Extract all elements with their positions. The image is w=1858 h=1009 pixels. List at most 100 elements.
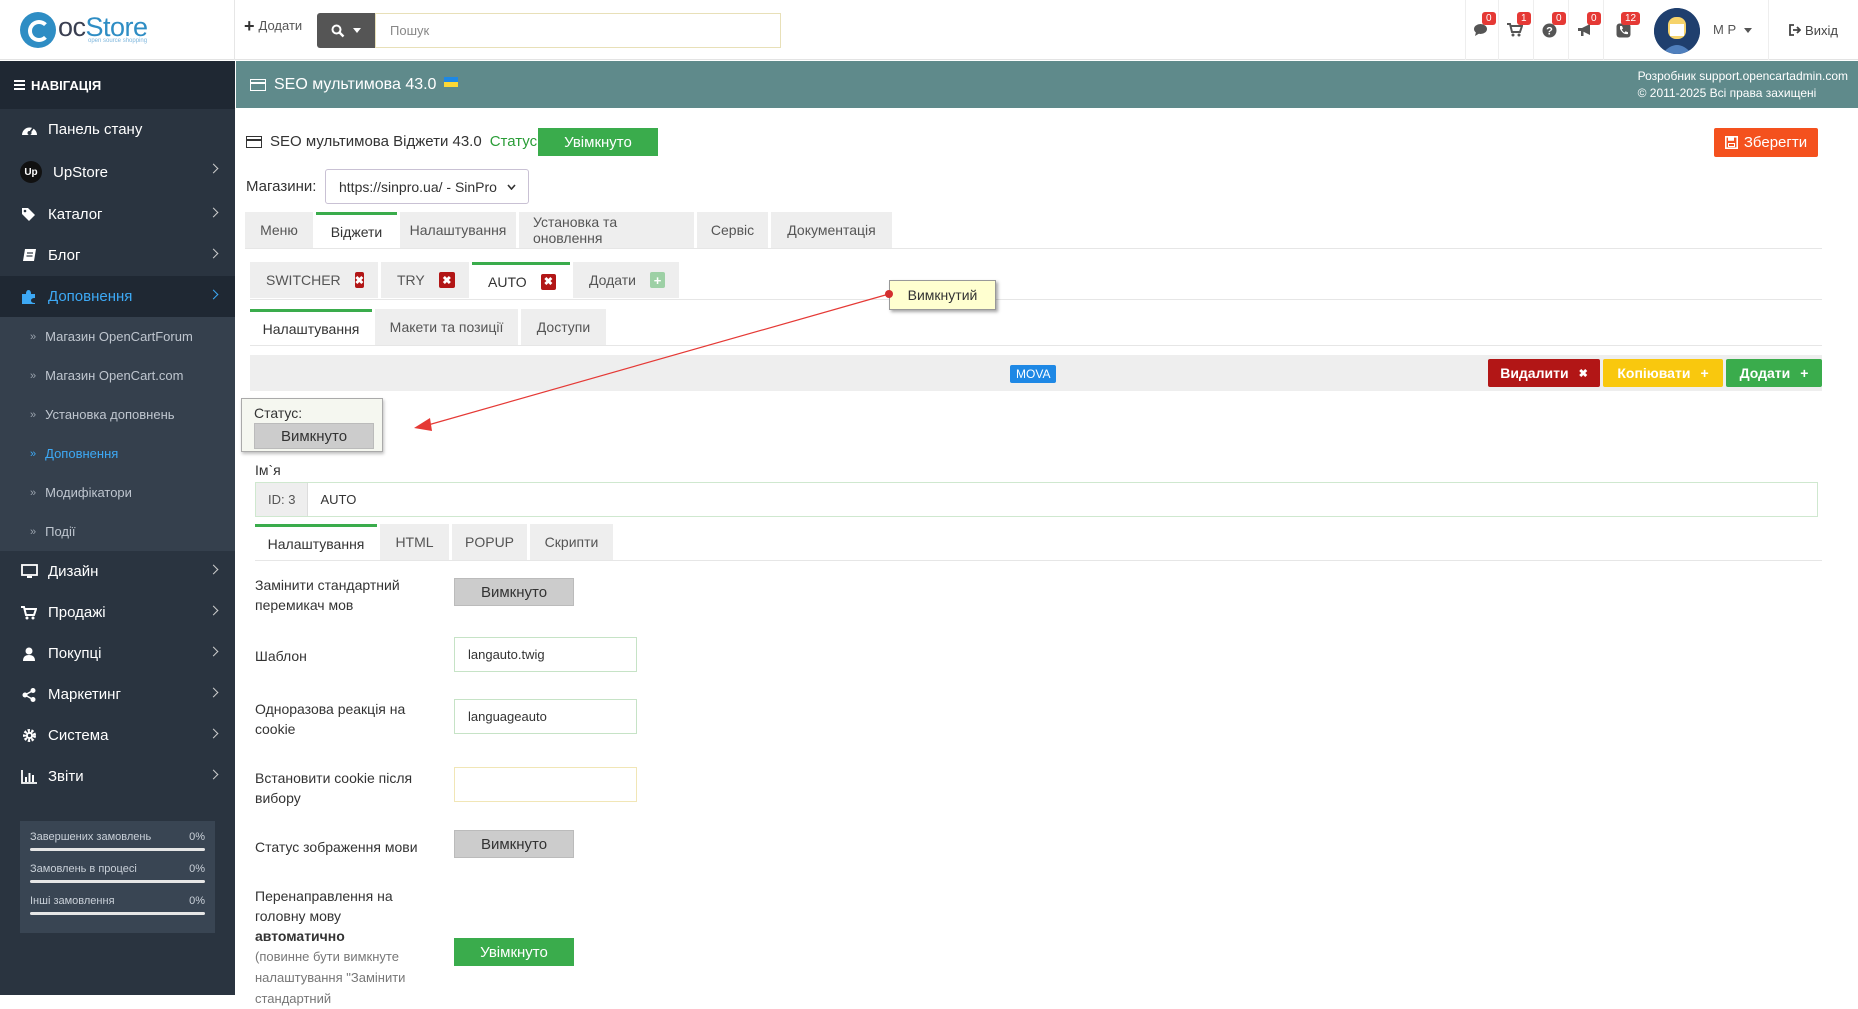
double-chevron-icon: »	[30, 408, 37, 421]
redirect-label: Перенаправлення на головну мову автомати…	[255, 888, 406, 1006]
widget-tab-auto[interactable]: AUTO ✖	[472, 262, 570, 298]
avatar[interactable]	[1654, 8, 1700, 54]
add-widget-button[interactable]: Додати +	[1726, 359, 1822, 387]
delete-button[interactable]: Видалити ✖	[1488, 359, 1600, 387]
sidebar-subitem-opencart-com[interactable]: » Магазин OpenCart.com	[0, 356, 235, 395]
sidebar-subitem-events[interactable]: » Події	[0, 512, 235, 551]
comments-button[interactable]: 0	[1465, 0, 1496, 60]
inner-tab-settings[interactable]: Налаштування	[255, 524, 377, 560]
template-input[interactable]: langauto.twig	[454, 637, 637, 672]
sidebar-item-dashboard[interactable]: Панель стану	[0, 109, 235, 150]
module-status-toggle[interactable]: Увімкнуто	[538, 128, 658, 156]
close-icon[interactable]: ✖	[354, 272, 364, 288]
subtab-access[interactable]: Доступи	[521, 309, 606, 345]
sidebar-item-blog[interactable]: Блог	[0, 235, 235, 276]
bar-chart-icon	[20, 768, 38, 786]
redirect-toggle[interactable]: Увімкнуто	[454, 938, 574, 966]
tab-install-update[interactable]: Установка та оновлення	[519, 212, 694, 248]
replace-switch-toggle[interactable]: Вимкнуто	[454, 578, 574, 606]
cookie-set-input[interactable]	[454, 767, 637, 802]
cookie-once-label: Одноразова реакція на cookie	[255, 701, 406, 737]
chevron-right-icon	[208, 605, 219, 616]
tab-documentation[interactable]: Документація	[771, 212, 892, 248]
svg-text:?: ?	[1546, 25, 1553, 37]
announcements-button[interactable]: 0	[1568, 0, 1601, 60]
user-name[interactable]: M P	[1713, 22, 1736, 37]
sidebar-item-reports[interactable]: Звіти	[0, 756, 235, 797]
double-chevron-icon: »	[30, 369, 37, 382]
sidebar-item-design[interactable]: Дизайн	[0, 551, 235, 592]
stat-other: Інші замовлення 0%	[30, 895, 205, 915]
search-type-button[interactable]	[317, 13, 375, 48]
logo[interactable]: ocStore open source shopping	[0, 0, 235, 60]
sidebar-item-catalog[interactable]: Каталог	[0, 194, 235, 235]
replace-switch-label: Замінити стандартний перемикач мов	[255, 577, 400, 613]
sidebar-subitem-opencartforum[interactable]: » Магазин OpenCartForum	[0, 317, 235, 356]
lang-image-toggle[interactable]: Вимкнуто	[454, 830, 574, 858]
widget-sub-tabs: Налаштування Макети та позиції Доступи	[250, 309, 606, 345]
search-icon	[331, 24, 345, 37]
bars-icon	[14, 80, 25, 90]
name-input[interactable]: AUTO	[308, 492, 356, 507]
tab-service[interactable]: Сервіс	[697, 212, 768, 248]
plus-icon: +	[650, 272, 665, 288]
subtab-settings[interactable]: Налаштування	[250, 309, 372, 345]
cart-icon	[20, 604, 38, 622]
navigation-title: НАВІГАЦІЯ	[31, 77, 102, 93]
inner-tab-html[interactable]: HTML	[380, 524, 449, 560]
progress-bar	[30, 848, 205, 851]
orders-badge: 1	[1517, 12, 1531, 25]
credit-card-icon	[250, 79, 266, 91]
chevron-right-icon	[208, 163, 219, 174]
sidebar-item-customers[interactable]: Покупці	[0, 633, 235, 674]
bullhorn-icon	[1577, 24, 1590, 36]
desktop-icon	[20, 563, 38, 581]
chevron-down-icon[interactable]	[1744, 28, 1752, 33]
widget-status-toggle[interactable]: Вимкнуто	[254, 423, 374, 449]
chevron-right-icon	[208, 207, 219, 218]
inner-tab-scripts[interactable]: Скрипти	[530, 524, 613, 560]
close-icon[interactable]: ✖	[540, 273, 556, 290]
sidebar-item-label: Покупці	[48, 645, 102, 662]
chevron-right-icon	[208, 728, 219, 739]
page-title: SEO мультимова 43.0	[274, 76, 437, 93]
close-icon: ✖	[1578, 367, 1588, 380]
add-button-label: Додати	[258, 18, 303, 33]
sidebar-item-extensions[interactable]: Доповнення	[0, 276, 235, 317]
close-icon[interactable]: ✖	[438, 272, 455, 288]
widget-tab-try[interactable]: TRY ✖	[381, 262, 469, 298]
sidebar-item-sales[interactable]: Продажі	[0, 592, 235, 633]
cookie-once-input[interactable]: languageauto	[454, 699, 637, 734]
copy-button[interactable]: Копіювати +	[1603, 359, 1723, 387]
orders-button[interactable]: 1	[1498, 0, 1531, 60]
sidebar-item-system[interactable]: Система	[0, 715, 235, 756]
add-button[interactable]: + Додати	[244, 17, 303, 35]
logout-label: Вихід	[1805, 22, 1838, 38]
developer-line: Розробник support.opencartadmin.com	[1637, 69, 1848, 83]
chevron-right-icon	[208, 769, 219, 780]
tab-menu[interactable]: Меню	[245, 212, 313, 248]
widget-tab-add[interactable]: Додати +	[573, 262, 679, 298]
calls-button[interactable]: 12	[1603, 0, 1643, 60]
sidebar-subitem-installer[interactable]: » Установка доповнень	[0, 395, 235, 434]
logout-button[interactable]: Вихід	[1768, 0, 1858, 60]
widget-type-badge: MOVA	[1010, 365, 1057, 383]
tab-settings[interactable]: Налаштування	[400, 212, 516, 248]
inner-tab-popup[interactable]: POPUP	[452, 524, 527, 560]
tab-widgets[interactable]: Віджети	[316, 212, 397, 248]
sidebar-item-upstore[interactable]: Up UpStore	[0, 150, 235, 194]
sidebar-item-marketing[interactable]: Маркетинг	[0, 674, 235, 715]
status-field-label: Статус:	[254, 405, 303, 421]
sidebar-subitem-extensions[interactable]: » Доповнення	[0, 434, 235, 473]
sidebar-subitem-modifications[interactable]: » Модифікатори	[0, 473, 235, 512]
questions-button[interactable]: ? 0	[1533, 0, 1566, 60]
search-input[interactable]	[375, 13, 781, 48]
store-select[interactable]: https://sinpro.ua/ - SinPro	[325, 169, 529, 204]
sign-out-icon	[1789, 24, 1802, 36]
widget-tab-switcher[interactable]: SWITCHER ✖	[250, 262, 378, 298]
save-button[interactable]: Зберегти	[1714, 128, 1818, 157]
navigation-header[interactable]: НАВІГАЦІЯ	[0, 61, 235, 109]
ukraine-flag-icon	[444, 77, 459, 87]
subtab-layouts[interactable]: Макети та позиції	[375, 309, 518, 345]
plus-icon: +	[1700, 365, 1709, 381]
